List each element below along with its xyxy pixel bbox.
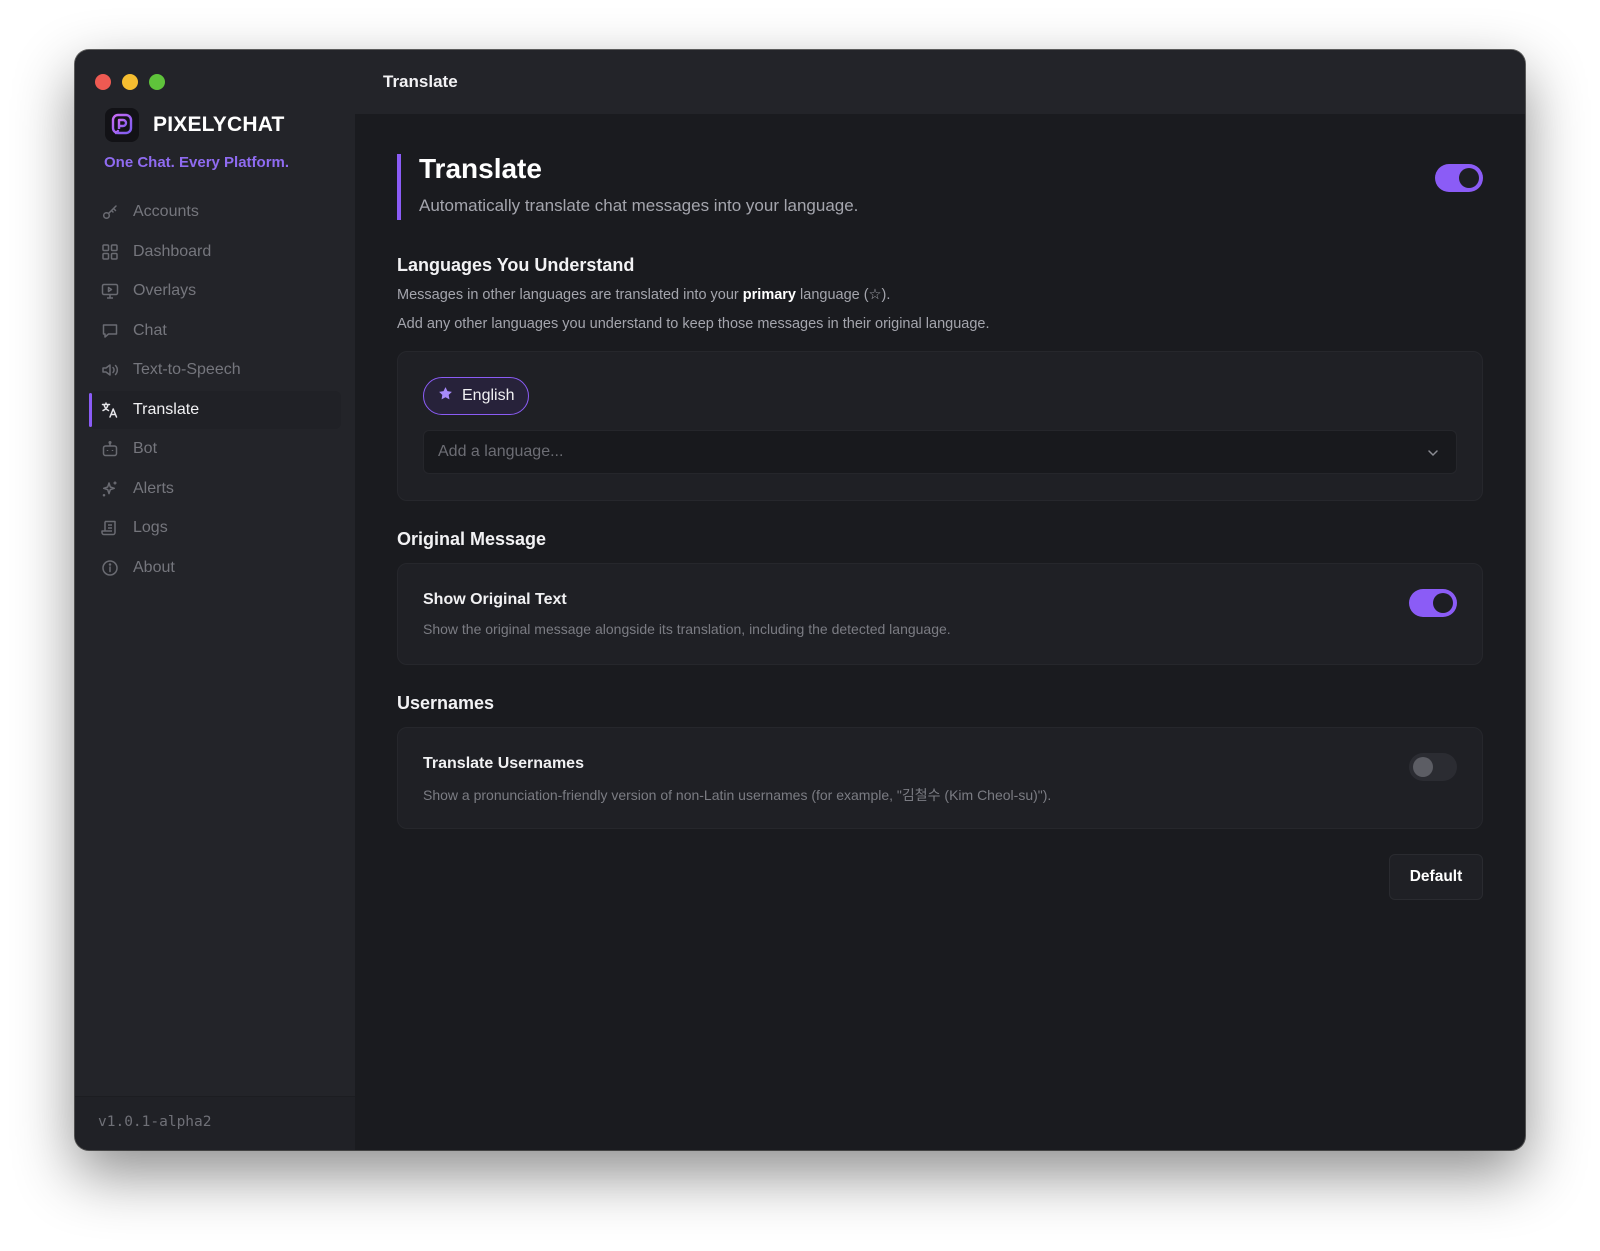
- sidebar-item-label: Logs: [133, 519, 168, 536]
- toggle-knob: [1459, 168, 1479, 188]
- sidebar-item-accounts[interactable]: Accounts: [89, 193, 341, 231]
- chat-bubble-icon: [101, 322, 119, 340]
- sidebar-item-chat[interactable]: Chat: [89, 312, 341, 350]
- primary-star-icon: [438, 386, 453, 406]
- toggle-knob: [1413, 757, 1433, 777]
- show-original-toggle[interactable]: [1409, 589, 1457, 617]
- page-header: Translate Automatically translate chat m…: [397, 154, 1483, 220]
- sidebar-item-label: Text-to-Speech: [133, 361, 241, 378]
- language-chip-label: English: [462, 387, 515, 404]
- languages-description-secondary: Add any other languages you understand t…: [397, 316, 990, 332]
- languages-card: English Add a language...: [397, 351, 1483, 501]
- main-panel: Translate Translate Automatically transl…: [355, 50, 1525, 1150]
- monitor-icon: [101, 282, 119, 300]
- version-label: v1.0.1-alpha2: [98, 1114, 212, 1130]
- translate-icon: [101, 401, 119, 419]
- translate-enabled-toggle[interactable]: [1435, 164, 1483, 192]
- sidebar-item-label: Translate: [133, 400, 200, 418]
- languages-desc-text: language (☆).: [796, 287, 891, 303]
- minimize-window-button[interactable]: [122, 74, 138, 90]
- window-titlebar: Translate: [355, 50, 1525, 114]
- sidebar-item-label: Alerts: [133, 479, 174, 497]
- chevron-down-icon: [1426, 446, 1440, 465]
- primary-emphasis: primary: [742, 287, 796, 303]
- original-section-title: Original Message: [397, 529, 547, 549]
- sidebar-item-label: Bot: [133, 440, 158, 457]
- close-window-button[interactable]: [95, 74, 111, 90]
- sidebar-nav: Accounts Dashboard Overlays Chat Text-to…: [89, 193, 341, 588]
- add-language-select[interactable]: Add a language...: [423, 430, 1457, 474]
- translate-usernames-toggle[interactable]: [1409, 753, 1457, 781]
- sidebar-item-about[interactable]: About: [89, 549, 341, 587]
- maximize-window-button[interactable]: [149, 74, 165, 90]
- default-button[interactable]: Default: [1389, 854, 1483, 900]
- show-original-card: Show Original Text Show the original mes…: [397, 563, 1483, 665]
- sidebar-item-label: Overlays: [133, 282, 197, 299]
- window-title: Translate: [383, 72, 458, 91]
- show-original-description: Show the original message alongside its …: [423, 621, 951, 637]
- actions-row: Default: [397, 854, 1483, 900]
- speaker-icon: [101, 361, 119, 379]
- languages-description-primary: Messages in other languages are translat…: [397, 285, 1483, 305]
- sparkle-icon: [101, 480, 119, 498]
- sidebar-item-bot[interactable]: Bot: [89, 430, 341, 468]
- key-icon: [101, 203, 119, 221]
- add-language-placeholder: Add a language...: [438, 443, 564, 460]
- languages-section-title: Languages You Understand: [397, 255, 635, 275]
- sidebar-item-alerts[interactable]: Alerts: [89, 470, 341, 508]
- sidebar-item-label: Accounts: [133, 203, 199, 220]
- window-controls: [95, 74, 165, 90]
- app-logo-icon: [105, 108, 139, 142]
- sidebar-item-logs[interactable]: Logs: [89, 509, 341, 547]
- sidebar-item-label: Chat: [133, 321, 167, 339]
- info-icon: [101, 559, 119, 577]
- translate-usernames-title: Translate Usernames: [423, 755, 584, 772]
- sidebar-item-label: Dashboard: [133, 242, 212, 260]
- settings-content: Translate Automatically translate chat m…: [397, 114, 1483, 900]
- show-original-title: Show Original Text: [423, 591, 567, 608]
- sidebar-item-text-to-speech[interactable]: Text-to-Speech: [89, 351, 341, 389]
- translate-usernames-description: Show a pronunciation-friendly version of…: [423, 787, 1052, 803]
- robot-icon: [101, 440, 119, 458]
- language-chip-english[interactable]: English: [423, 377, 530, 415]
- sidebar-item-label: About: [133, 558, 175, 576]
- brand: PIXELYCHAT: [105, 108, 285, 142]
- sidebar-item-overlays[interactable]: Overlays: [89, 272, 341, 310]
- languages-desc-text: Messages in other languages are translat…: [397, 287, 743, 303]
- sidebar-footer: v1.0.1-alpha2: [75, 1096, 355, 1150]
- translate-usernames-card: Translate Usernames Show a pronunciation…: [397, 727, 1483, 829]
- app-window: PIXELYCHAT One Chat. Every Platform. Acc…: [75, 50, 1525, 1150]
- sidebar-item-dashboard[interactable]: Dashboard: [89, 233, 341, 271]
- brand-name: PIXELYCHAT: [153, 113, 285, 136]
- sidebar: PIXELYCHAT One Chat. Every Platform. Acc…: [75, 50, 355, 1150]
- page-title: Translate: [419, 153, 542, 184]
- brand-tagline: One Chat. Every Platform.: [104, 154, 290, 171]
- scroll-icon: [101, 519, 119, 537]
- grid-icon: [101, 243, 119, 261]
- toggle-knob: [1433, 593, 1453, 613]
- usernames-section-title: Usernames: [397, 693, 495, 713]
- sidebar-item-translate[interactable]: Translate: [89, 390, 341, 429]
- page-subtitle: Automatically translate chat messages in…: [419, 196, 859, 215]
